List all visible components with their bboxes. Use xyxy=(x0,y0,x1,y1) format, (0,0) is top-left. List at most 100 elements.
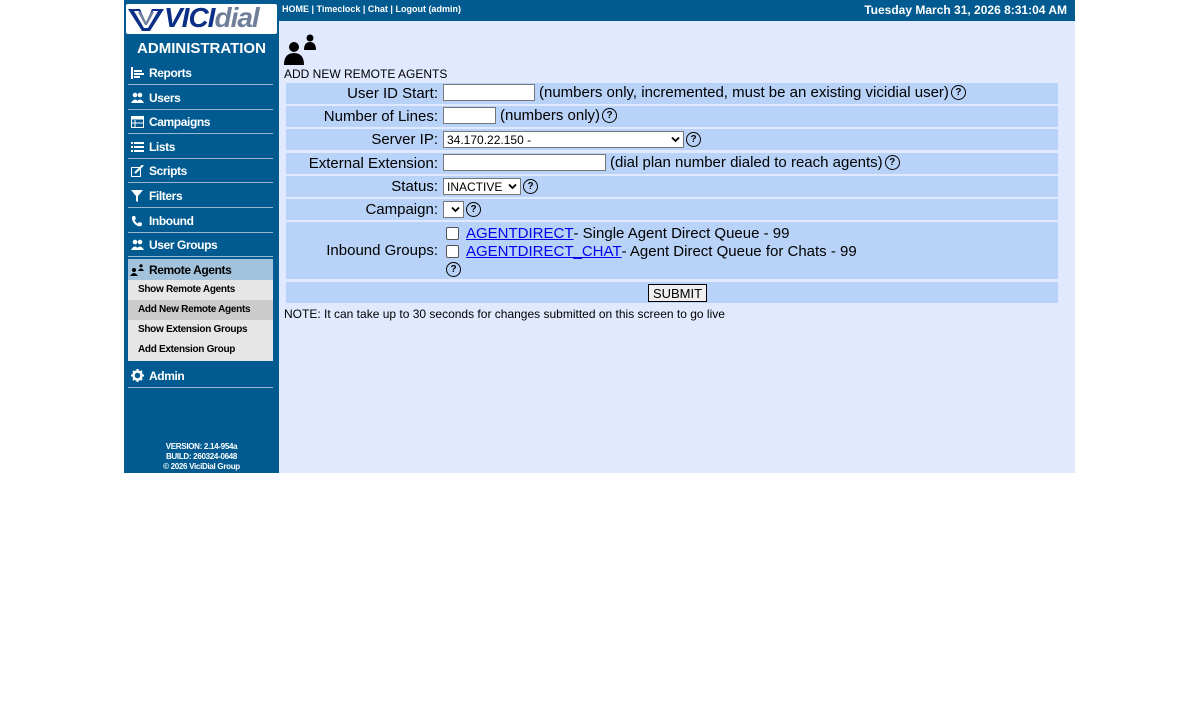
external-extension-row: External Extension: (dial plan number di… xyxy=(286,153,1058,174)
help-icon[interactable]: ? xyxy=(884,155,900,170)
nav-scripts[interactable]: Scripts xyxy=(128,159,273,183)
status-label: Status: xyxy=(391,178,438,195)
agentdirect-chat-link[interactable]: AGENTDIRECT_CHAT xyxy=(466,243,622,260)
main-content: ADD NEW REMOTE AGENTS User ID Start: (nu… xyxy=(279,21,1075,473)
external-extension-label: External Extension: xyxy=(308,155,438,172)
nav-inbound[interactable]: Inbound xyxy=(128,209,273,233)
inbound-groups-row: Inbound Groups: AGENTDIRECT - Single Age… xyxy=(286,222,1058,279)
agentdirect-link[interactable]: AGENTDIRECT xyxy=(466,225,574,242)
nav-scripts-label: Scripts xyxy=(149,163,187,178)
server-ip-label: Server IP: xyxy=(371,131,438,148)
server-ip-selected-value: 34.170.22.150 - xyxy=(447,132,532,147)
timeclock-link[interactable]: Timeclock xyxy=(317,4,361,14)
number-of-lines-hint: (numbers only) xyxy=(500,107,601,124)
nav-users[interactable]: Users xyxy=(128,86,273,110)
campaign-select[interactable] xyxy=(443,201,464,218)
nav-reports-label: Reports xyxy=(149,65,192,80)
submit-button[interactable]: SUBMIT xyxy=(648,284,707,302)
nav-filters[interactable]: Filters xyxy=(128,184,273,208)
inbound-groups-label: Inbound Groups: xyxy=(326,242,438,259)
agentdirect-checkbox[interactable] xyxy=(446,226,459,240)
remote-agents-page-icon xyxy=(284,34,316,65)
submenu-add-extension-group[interactable]: Add Extension Group xyxy=(128,340,273,360)
build-text: BUILD: 260324-0648 xyxy=(165,452,238,461)
server-ip-select[interactable]: 34.170.22.150 - xyxy=(443,131,684,148)
remote-agents-icon xyxy=(130,263,144,277)
logo-text: VICIdial xyxy=(164,2,260,33)
campaign-label: Campaign: xyxy=(365,201,438,218)
status-select[interactable]: INACTIVE xyxy=(443,178,521,195)
version-info: VERSION: 2.14-954a BUILD: 260324-0648 © … xyxy=(124,442,279,472)
help-icon[interactable]: ? xyxy=(686,132,701,147)
top-bar: HOME | Timeclock | Chat | Logout (admin)… xyxy=(279,0,1075,21)
help-icon[interactable]: ? xyxy=(466,202,481,217)
filter-icon xyxy=(130,189,144,203)
version-text: VERSION: 2.14-954a xyxy=(165,442,238,451)
reports-icon xyxy=(130,66,144,80)
nav-inbound-label: Inbound xyxy=(149,213,194,228)
help-icon[interactable]: ? xyxy=(523,179,538,194)
submenu-show-remote-agents[interactable]: Show Remote Agents xyxy=(128,280,273,300)
page-heading: ADD NEW REMOTE AGENTS xyxy=(284,67,448,81)
sidebar: VICIdial ADMINISTRATION Reports Users Ca… xyxy=(124,0,279,473)
inbound-groups-help-line: ? xyxy=(446,260,857,278)
help-icon[interactable]: ? xyxy=(950,85,966,100)
server-ip-row: Server IP: 34.170.22.150 - ? xyxy=(286,129,1058,150)
user-id-start-value-cell: (numbers only, incremented, must be an e… xyxy=(443,84,966,101)
nav-admin[interactable]: Admin xyxy=(128,364,273,388)
note-text: NOTE: It can take up to 30 seconds for c… xyxy=(284,307,725,321)
user-groups-icon xyxy=(130,238,144,252)
user-id-start-hint: (numbers only, incremented, must be an e… xyxy=(539,84,949,101)
link-separator: | xyxy=(360,4,368,14)
submenu-add-new-remote-agents[interactable]: Add New Remote Agents xyxy=(128,300,273,320)
nav-campaigns-label: Campaigns xyxy=(149,114,211,129)
nav-remote-agents[interactable]: Remote Agents xyxy=(128,259,273,280)
users-icon xyxy=(130,91,144,105)
chat-link[interactable]: Chat xyxy=(368,4,388,14)
nav-filters-label: Filters xyxy=(149,188,183,203)
server-ip-value-cell: 34.170.22.150 - ? xyxy=(443,131,701,148)
nav-user-groups[interactable]: User Groups xyxy=(128,233,273,257)
help-icon[interactable]: ? xyxy=(602,108,618,123)
help-icon[interactable]: ? xyxy=(446,261,461,277)
current-datetime: Tuesday March 31, 2026 8:31:04 AM xyxy=(864,3,1067,17)
external-extension-input[interactable] xyxy=(443,154,606,171)
campaign-row: Campaign: ? xyxy=(286,199,1058,220)
number-of-lines-value-cell: (numbers only) ? xyxy=(443,107,618,124)
submenu-show-extension-groups[interactable]: Show Extension Groups xyxy=(128,320,273,340)
agentdirect-chat-checkbox[interactable] xyxy=(446,244,459,258)
logout-link[interactable]: Logout (admin) xyxy=(395,4,460,14)
status-selected-value: INACTIVE xyxy=(447,179,503,194)
user-id-start-label: User ID Start: xyxy=(347,85,438,102)
user-id-start-input[interactable] xyxy=(443,84,535,101)
admin-title: ADMINISTRATION xyxy=(137,40,266,57)
gear-icon xyxy=(130,369,144,383)
nav-reports[interactable]: Reports xyxy=(128,61,273,85)
remote-agents-submenu: Show Remote Agents Add New Remote Agents… xyxy=(128,280,273,361)
external-extension-hint: (dial plan number dialed to reach agents… xyxy=(610,154,883,171)
agentdirect-desc: - Single Agent Direct Queue - 99 xyxy=(573,224,790,242)
chevron-down-icon xyxy=(671,136,680,143)
inbound-groups-value-cell: AGENTDIRECT - Single Agent Direct Queue … xyxy=(446,224,857,278)
copyright-text: © 2026 ViciDial Group xyxy=(163,462,240,471)
vicidial-logo[interactable]: VICIdial xyxy=(126,2,277,34)
external-extension-value-cell: (dial plan number dialed to reach agents… xyxy=(443,154,900,171)
inbound-group-item: AGENTDIRECT - Single Agent Direct Queue … xyxy=(446,224,857,242)
v-logo-icon xyxy=(128,9,164,31)
scripts-icon xyxy=(130,164,144,178)
nav-lists[interactable]: Lists xyxy=(128,135,273,159)
nav-campaigns[interactable]: Campaigns xyxy=(128,110,273,134)
number-of-lines-input[interactable] xyxy=(443,107,496,124)
number-of-lines-row: Number of Lines: (numbers only) ? xyxy=(286,106,1058,127)
status-value-cell: INACTIVE ? xyxy=(443,178,538,195)
campaign-value-cell: ? xyxy=(443,201,481,218)
status-row: Status: INACTIVE ? xyxy=(286,176,1058,197)
nav-lists-label: Lists xyxy=(149,139,176,154)
inbound-group-item: AGENTDIRECT_CHAT - Agent Direct Queue fo… xyxy=(446,242,857,260)
chevron-down-icon xyxy=(451,206,460,213)
phone-icon xyxy=(130,214,144,228)
link-separator: | xyxy=(309,4,317,14)
home-link[interactable]: HOME xyxy=(282,4,309,14)
app-frame: VICIdial ADMINISTRATION Reports Users Ca… xyxy=(124,0,1075,473)
user-id-start-row: User ID Start: (numbers only, incremente… xyxy=(286,83,1058,104)
